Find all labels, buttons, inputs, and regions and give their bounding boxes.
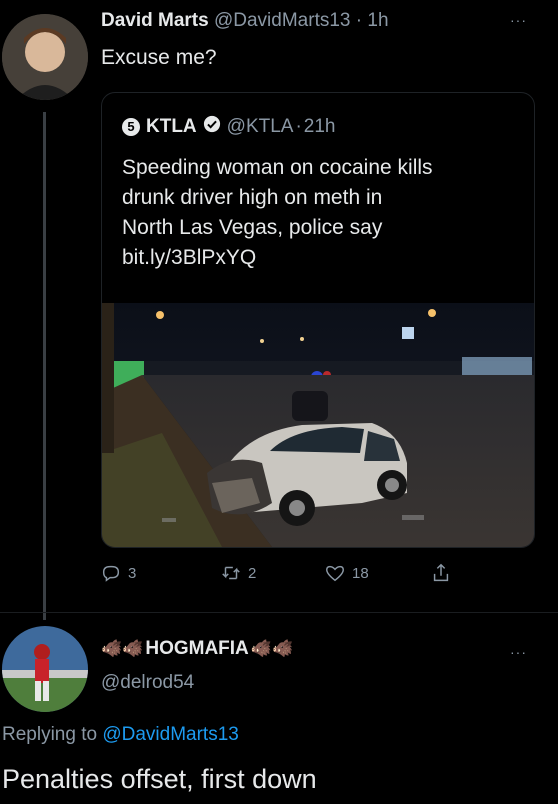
- car-crash-photo: [102, 303, 534, 547]
- avatar-image: [2, 14, 88, 100]
- ktla-logo-badge: 5: [127, 119, 135, 134]
- avatar-david[interactable]: [2, 14, 88, 100]
- quote-text: Speeding woman on cocaine kills drunk dr…: [122, 153, 433, 273]
- share-button[interactable]: [430, 562, 452, 587]
- quote-line-1: Speeding woman on cocaine kills: [122, 156, 433, 179]
- separator-dot: ·: [355, 10, 363, 31]
- quote-link[interactable]: bit.ly/3BlPxYQ: [122, 243, 433, 273]
- thread-line: [43, 112, 46, 620]
- divider: [0, 612, 558, 613]
- quote-separator: ·: [295, 116, 302, 137]
- replying-to-link[interactable]: @DavidMarts13: [102, 724, 239, 745]
- heart-icon: [326, 565, 344, 582]
- share-icon: [433, 563, 449, 582]
- quote-author-name[interactable]: KTLA: [146, 116, 197, 138]
- more-options-icon[interactable]: ···: [510, 12, 527, 28]
- retweet-button[interactable]: 2: [220, 562, 256, 584]
- reply-button[interactable]: 3: [100, 562, 136, 584]
- quote-card[interactable]: 5 KTLA @KTLA · 21h Speeding woman on coc…: [101, 92, 535, 548]
- tweet-text: Excuse me?: [101, 46, 217, 69]
- reply-author-handle[interactable]: @delrod54: [101, 672, 194, 694]
- ktla-logo-icon: 5: [122, 118, 140, 136]
- reply-more-options-icon[interactable]: ···: [510, 644, 527, 660]
- quote-header: 5 KTLA @KTLA · 21h: [122, 115, 336, 139]
- reply-icon: [102, 565, 120, 582]
- avatar-hogmafia[interactable]: [2, 626, 88, 712]
- quote-author-handle[interactable]: @KTLA: [227, 116, 294, 138]
- retweet-count: 2: [248, 564, 257, 582]
- replying-to: Replying to @DavidMarts13: [2, 724, 239, 746]
- hog-emoji-icon: 🐗🐗: [101, 639, 144, 658]
- hog-emoji-icon: 🐗🐗: [250, 639, 294, 658]
- tweet-header: David Marts @DavidMarts13 · 1h: [101, 10, 389, 32]
- quote-photo[interactable]: [102, 303, 534, 547]
- reply-count: 3: [128, 564, 137, 582]
- verified-icon: [203, 115, 221, 139]
- reply-header: 🐗🐗 HOGMAFIA 🐗🐗: [101, 638, 293, 660]
- reply-author-name[interactable]: HOGMAFIA: [145, 638, 248, 660]
- author-name[interactable]: David Marts: [101, 10, 209, 31]
- tweet-time[interactable]: 1h: [367, 10, 388, 31]
- quote-line-2: drunk driver high on meth in: [122, 186, 383, 209]
- like-count: 18: [352, 564, 369, 582]
- avatar-image: [2, 626, 88, 712]
- action-bar: 3 2 18: [100, 560, 540, 588]
- quote-line-3: North Las Vegas, police say: [122, 216, 383, 239]
- reply-text: Penalties offset, first down: [2, 764, 317, 794]
- author-handle[interactable]: @DavidMarts13: [214, 10, 351, 31]
- retweet-icon: [222, 566, 240, 580]
- like-button[interactable]: 18: [324, 562, 369, 584]
- replying-prefix: Replying to: [2, 724, 98, 745]
- quote-time[interactable]: 21h: [304, 116, 336, 138]
